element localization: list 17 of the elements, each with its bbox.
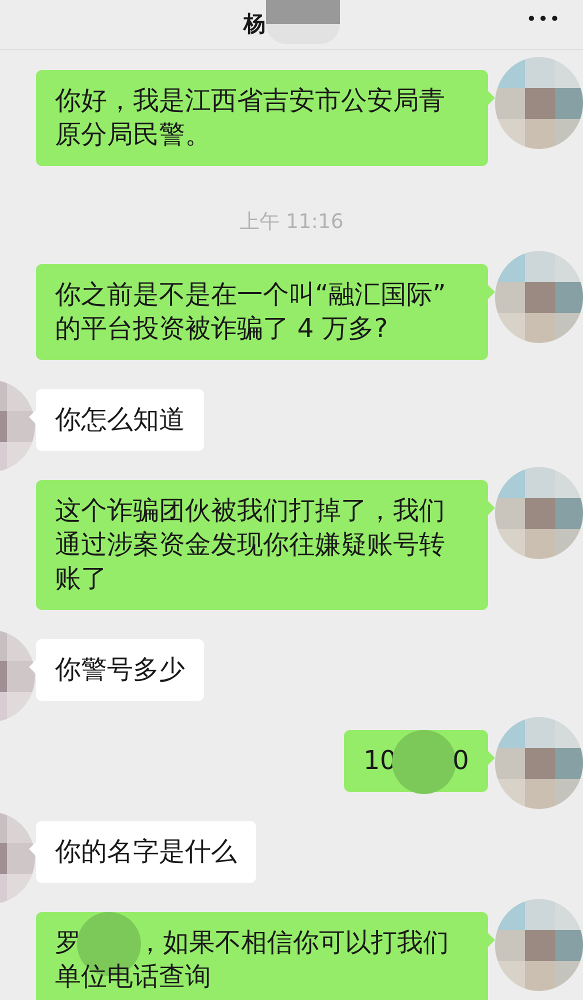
message-text: 原分局民警。 bbox=[55, 120, 211, 150]
message-text: 你警号多少 bbox=[55, 655, 185, 685]
timestamp: 上午 11:16 bbox=[240, 208, 344, 235]
message-text: 单位电话查询 bbox=[55, 962, 211, 992]
message-text: 这个诈骗团伙被我们打掉了，我们 bbox=[55, 496, 445, 526]
message-text: 你好，我是江西省吉安市公安局青 bbox=[55, 86, 445, 116]
message-text: 你怎么知道 bbox=[55, 405, 185, 435]
message-text: 的平台投资被诈骗了 4 万多? bbox=[55, 314, 388, 344]
message-text: 罗 bbox=[55, 928, 81, 958]
message-text: ，如果不相信你可以打我们 bbox=[137, 928, 449, 958]
more-button[interactable]: ••• bbox=[526, 6, 561, 33]
message-text: 0 bbox=[452, 746, 469, 776]
chat-title: 杨 bbox=[244, 11, 266, 39]
message-text: 你的名字是什么 bbox=[55, 837, 237, 867]
message-text: 通过涉案资金发现你往嫌疑账号转 bbox=[55, 530, 445, 560]
message-text: 你之前是不是在一个叫“融汇国际” bbox=[55, 280, 446, 310]
message-text: 账了 bbox=[55, 564, 107, 594]
